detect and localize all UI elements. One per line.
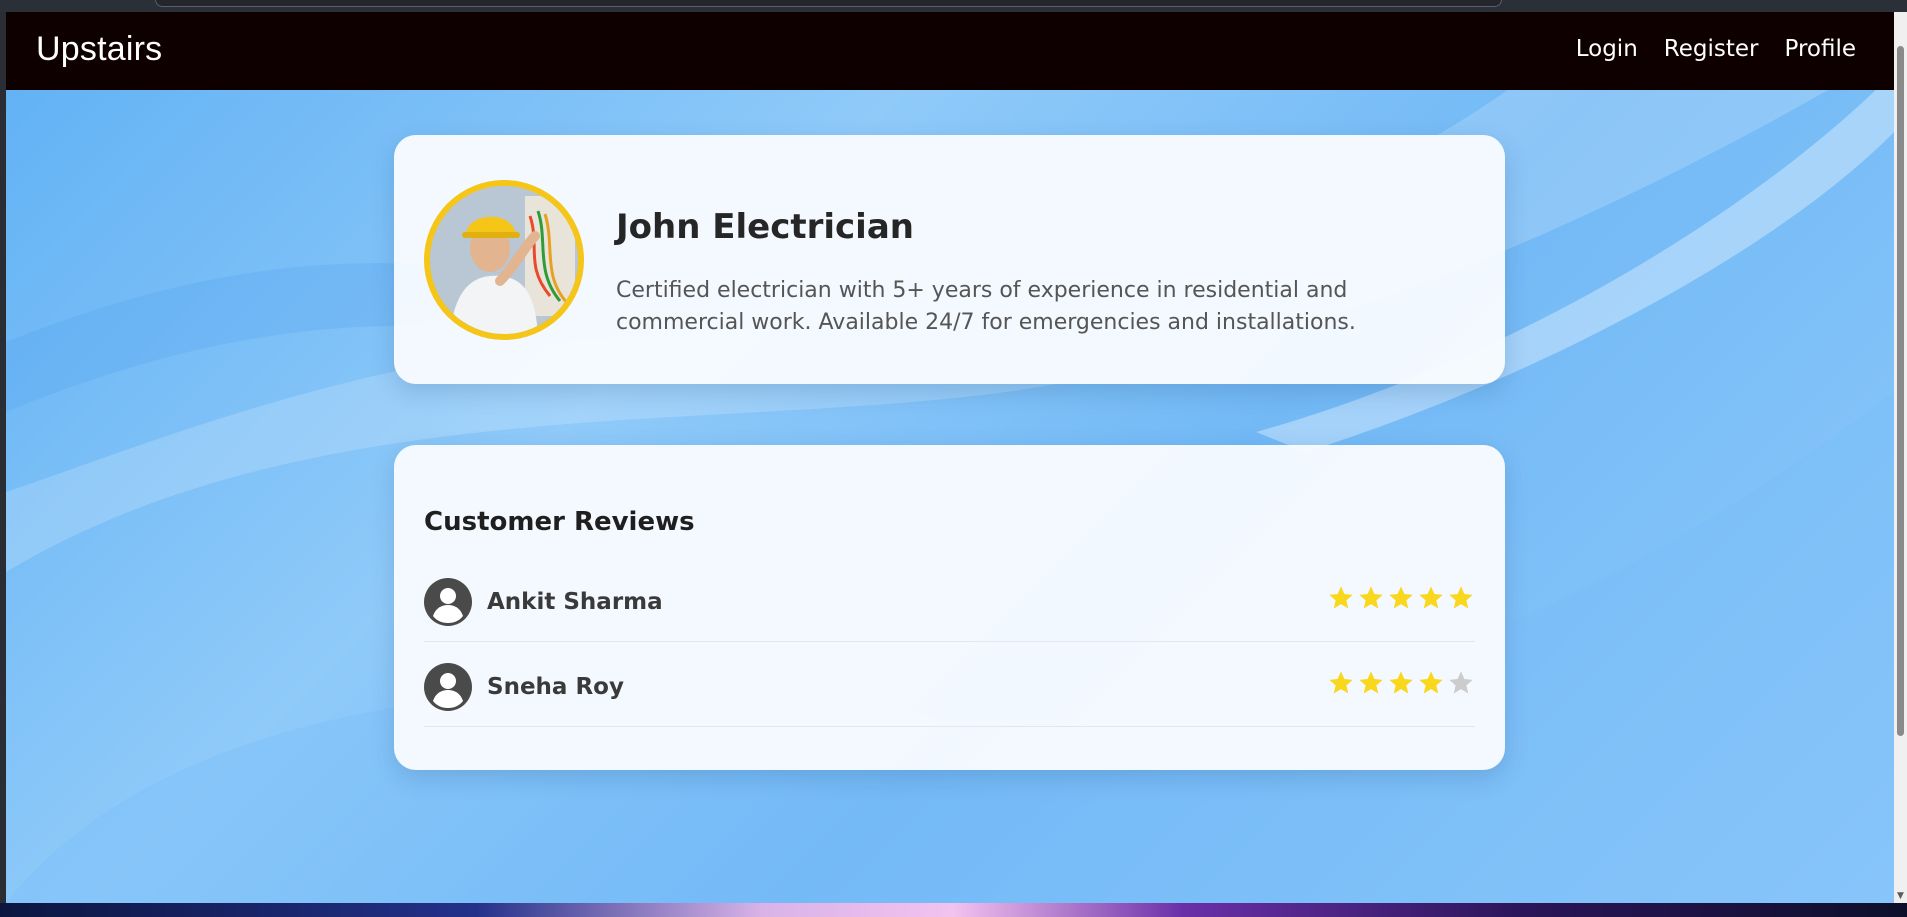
top-navbar: Upstairs Login Register Profile — [6, 12, 1894, 90]
reviewer-name: Sneha Roy — [487, 674, 624, 700]
profile-bio: Certified electrician with 5+ years of e… — [616, 278, 1356, 335]
profile-avatar — [424, 180, 584, 340]
nav-login-link[interactable]: Login — [1576, 36, 1638, 62]
star-rating — [1327, 669, 1475, 697]
user-circle-icon — [424, 578, 472, 626]
star-filled-icon — [1359, 671, 1383, 694]
star-filled-icon — [1329, 586, 1353, 609]
review-item: Ankit Sharma — [424, 557, 1475, 642]
star-empty-icon — [1449, 671, 1473, 694]
browser-top-chrome — [0, 0, 1907, 12]
profile-card: John Electrician Certified electrician w… — [394, 135, 1505, 384]
reviews-heading: Customer Reviews — [424, 507, 695, 537]
user-circle-icon — [424, 663, 472, 711]
scroll-thumb[interactable] — [1897, 46, 1904, 736]
electrician-photo — [430, 186, 578, 334]
page-viewport: Upstairs Login Register Profile John Ele… — [6, 12, 1894, 903]
vertical-scrollbar[interactable]: ▲ ▼ — [1894, 12, 1907, 903]
star-filled-icon — [1389, 586, 1413, 609]
scroll-down-arrow-icon[interactable]: ▼ — [1895, 891, 1906, 901]
star-rating — [1327, 584, 1475, 612]
profile-name: John Electrician — [616, 207, 914, 247]
star-filled-icon — [1389, 671, 1413, 694]
reviews-card: Customer Reviews Ankit Sharma Sneha Roy — [394, 445, 1505, 770]
reviewer-name: Ankit Sharma — [487, 589, 663, 615]
star-filled-icon — [1449, 586, 1473, 609]
nav-links: Login Register Profile — [1576, 36, 1856, 62]
review-item: Sneha Roy — [424, 642, 1475, 727]
star-filled-icon — [1419, 671, 1443, 694]
desktop-wallpaper-strip — [0, 903, 1907, 917]
star-filled-icon — [1419, 586, 1443, 609]
nav-register-link[interactable]: Register — [1664, 36, 1759, 62]
star-filled-icon — [1329, 671, 1353, 694]
brand-logo[interactable]: Upstairs — [36, 30, 162, 69]
nav-profile-link[interactable]: Profile — [1784, 36, 1856, 62]
star-filled-icon — [1359, 586, 1383, 609]
address-bar[interactable] — [155, 0, 1502, 7]
